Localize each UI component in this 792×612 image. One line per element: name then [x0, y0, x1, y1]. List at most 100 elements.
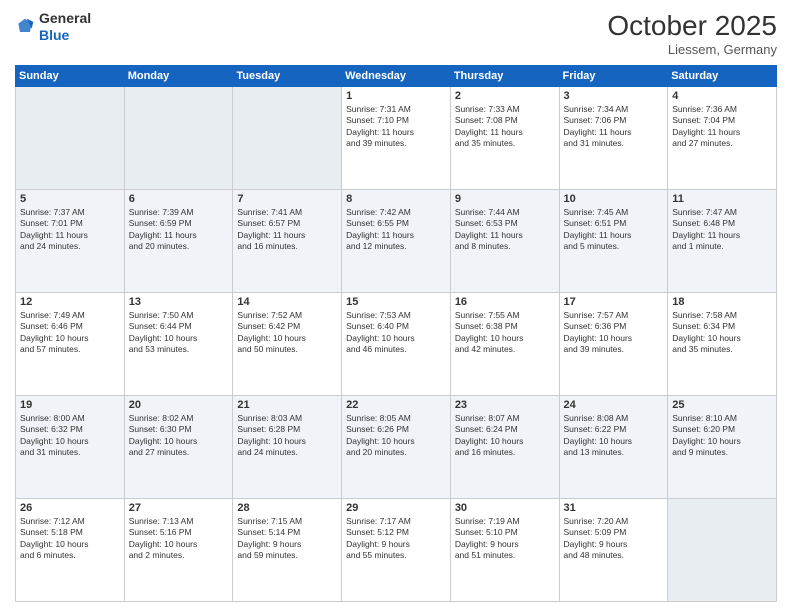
day-number: 18: [672, 296, 772, 308]
logo-general: General: [39, 10, 91, 26]
page: General Blue October 2025 Liessem, Germa…: [0, 0, 792, 612]
day-number: 8: [346, 193, 446, 205]
logo-text: General Blue: [39, 10, 91, 44]
day-info: Sunrise: 8:08 AMSunset: 6:22 PMDaylight:…: [564, 413, 664, 459]
day-cell: [124, 87, 233, 190]
day-number: 16: [455, 296, 555, 308]
day-info: Sunrise: 8:00 AMSunset: 6:32 PMDaylight:…: [20, 413, 120, 459]
col-header-tuesday: Tuesday: [233, 66, 342, 87]
day-info: Sunrise: 8:05 AMSunset: 6:26 PMDaylight:…: [346, 413, 446, 459]
day-number: 6: [129, 193, 229, 205]
header: General Blue October 2025 Liessem, Germa…: [15, 10, 777, 57]
day-cell: 25Sunrise: 8:10 AMSunset: 6:20 PMDayligh…: [668, 396, 777, 499]
col-header-wednesday: Wednesday: [342, 66, 451, 87]
day-number: 1: [346, 90, 446, 102]
day-number: 7: [237, 193, 337, 205]
day-number: 24: [564, 399, 664, 411]
day-number: 26: [20, 502, 120, 514]
logo-icon: [15, 17, 35, 37]
day-cell: 31 Sunrise: 7:20 AMSunset: 5:09 PMDayligh…: [559, 499, 668, 602]
week-row-3: 12 Sunrise: 7:49 AMSunset: 6:46 PMDayligh…: [16, 293, 777, 396]
day-number: 13: [129, 296, 229, 308]
col-header-friday: Friday: [559, 66, 668, 87]
day-cell: [16, 87, 125, 190]
day-cell: 28 Sunrise: 7:15 AMSunset: 5:14 PMDayligh…: [233, 499, 342, 602]
col-header-sunday: Sunday: [16, 66, 125, 87]
day-cell: 8Sunrise: 7:42 AMSunset: 6:55 PMDaylight…: [342, 190, 451, 293]
day-number: 21: [237, 399, 337, 411]
day-info: Sunrise: 7:53 AMSunset: 6:40 PMDaylight:…: [346, 310, 446, 356]
week-row-5: 26 Sunrise: 7:12 AMSunset: 5:18 PMDayligh…: [16, 499, 777, 602]
day-info: Sunrise: 7:37 AMSunset: 7:01 PMDaylight:…: [20, 207, 120, 253]
day-number: 14: [237, 296, 337, 308]
day-number: 2: [455, 90, 555, 102]
day-cell: 26 Sunrise: 7:12 AMSunset: 5:18 PMDayligh…: [16, 499, 125, 602]
day-info: Sunrise: 7:44 AMSunset: 6:53 PMDaylight:…: [455, 207, 555, 253]
day-cell: [233, 87, 342, 190]
logo: General Blue: [15, 10, 91, 44]
day-info: Sunrise: 7:31 AMSunset: 7:10 PMDaylight:…: [346, 104, 446, 150]
day-cell: [668, 499, 777, 602]
day-cell: 2 Sunrise: 7:33 AMSunset: 7:08 PMDaylight…: [450, 87, 559, 190]
day-cell: 13 Sunrise: 7:50 AMSunset: 6:44 PMDayligh…: [124, 293, 233, 396]
day-info: Sunrise: 7:20 AMSunset: 5:09 PMDaylight:…: [564, 516, 664, 562]
day-number: 17: [564, 296, 664, 308]
day-cell: 27 Sunrise: 7:13 AMSunset: 5:16 PMDayligh…: [124, 499, 233, 602]
col-header-saturday: Saturday: [668, 66, 777, 87]
day-cell: 15Sunrise: 7:53 AMSunset: 6:40 PMDayligh…: [342, 293, 451, 396]
day-info: Sunrise: 7:19 AMSunset: 5:10 PMDaylight:…: [455, 516, 555, 562]
day-number: 25: [672, 399, 772, 411]
day-info: Sunrise: 7:15 AMSunset: 5:14 PMDaylight:…: [237, 516, 337, 562]
week-row-4: 19 Sunrise: 8:00 AMSunset: 6:32 PMDayligh…: [16, 396, 777, 499]
day-number: 10: [564, 193, 664, 205]
day-cell: 22 Sunrise: 8:05 AMSunset: 6:26 PMDayligh…: [342, 396, 451, 499]
logo-blue: Blue: [39, 27, 69, 43]
day-cell: 6Sunrise: 7:39 AMSunset: 6:59 PMDaylight…: [124, 190, 233, 293]
day-cell: 20 Sunrise: 8:02 AMSunset: 6:30 PMDayligh…: [124, 396, 233, 499]
day-cell: 30Sunrise: 7:19 AMSunset: 5:10 PMDayligh…: [450, 499, 559, 602]
day-cell: 19 Sunrise: 8:00 AMSunset: 6:32 PMDayligh…: [16, 396, 125, 499]
day-info: Sunrise: 7:34 AMSunset: 7:06 PMDaylight:…: [564, 104, 664, 150]
day-cell: 9 Sunrise: 7:44 AMSunset: 6:53 PMDaylight…: [450, 190, 559, 293]
day-number: 5: [20, 193, 120, 205]
day-number: 23: [455, 399, 555, 411]
day-cell: 11Sunrise: 7:47 AMSunset: 6:48 PMDayligh…: [668, 190, 777, 293]
day-info: Sunrise: 8:02 AMSunset: 6:30 PMDaylight:…: [129, 413, 229, 459]
day-cell: 1 Sunrise: 7:31 AMSunset: 7:10 PMDaylight…: [342, 87, 451, 190]
week-row-1: 1 Sunrise: 7:31 AMSunset: 7:10 PMDaylight…: [16, 87, 777, 190]
day-number: 31: [564, 502, 664, 514]
day-info: Sunrise: 7:36 AMSunset: 7:04 PMDaylight:…: [672, 104, 772, 150]
day-info: Sunrise: 7:49 AMSunset: 6:46 PMDaylight:…: [20, 310, 120, 356]
col-header-monday: Monday: [124, 66, 233, 87]
day-number: 19: [20, 399, 120, 411]
day-info: Sunrise: 7:47 AMSunset: 6:48 PMDaylight:…: [672, 207, 772, 253]
day-cell: 14Sunrise: 7:52 AMSunset: 6:42 PMDayligh…: [233, 293, 342, 396]
day-cell: 3Sunrise: 7:34 AMSunset: 7:06 PMDaylight…: [559, 87, 668, 190]
day-info: Sunrise: 7:50 AMSunset: 6:44 PMDaylight:…: [129, 310, 229, 356]
day-cell: 7 Sunrise: 7:41 AMSunset: 6:57 PMDaylight…: [233, 190, 342, 293]
day-info: Sunrise: 8:03 AMSunset: 6:28 PMDaylight:…: [237, 413, 337, 459]
location: Liessem, Germany: [607, 42, 777, 57]
day-number: 22: [346, 399, 446, 411]
day-number: 20: [129, 399, 229, 411]
day-cell: 5 Sunrise: 7:37 AMSunset: 7:01 PMDaylight…: [16, 190, 125, 293]
day-cell: 23Sunrise: 8:07 AMSunset: 6:24 PMDayligh…: [450, 396, 559, 499]
day-cell: 17Sunrise: 7:57 AMSunset: 6:36 PMDayligh…: [559, 293, 668, 396]
header-row: SundayMondayTuesdayWednesdayThursdayFrid…: [16, 66, 777, 87]
day-number: 29: [346, 502, 446, 514]
col-header-thursday: Thursday: [450, 66, 559, 87]
day-info: Sunrise: 7:13 AMSunset: 5:16 PMDaylight:…: [129, 516, 229, 562]
day-cell: 12 Sunrise: 7:49 AMSunset: 6:46 PMDayligh…: [16, 293, 125, 396]
day-info: Sunrise: 7:41 AMSunset: 6:57 PMDaylight:…: [237, 207, 337, 253]
day-cell: 4Sunrise: 7:36 AMSunset: 7:04 PMDaylight…: [668, 87, 777, 190]
day-number: 9: [455, 193, 555, 205]
day-info: Sunrise: 7:33 AMSunset: 7:08 PMDaylight:…: [455, 104, 555, 150]
day-info: Sunrise: 7:58 AMSunset: 6:34 PMDaylight:…: [672, 310, 772, 356]
day-cell: 16Sunrise: 7:55 AMSunset: 6:38 PMDayligh…: [450, 293, 559, 396]
day-number: 27: [129, 502, 229, 514]
day-cell: 21 Sunrise: 8:03 AMSunset: 6:28 PMDayligh…: [233, 396, 342, 499]
day-info: Sunrise: 7:12 AMSunset: 5:18 PMDaylight:…: [20, 516, 120, 562]
day-number: 12: [20, 296, 120, 308]
day-number: 28: [237, 502, 337, 514]
day-cell: 29Sunrise: 7:17 AMSunset: 5:12 PMDayligh…: [342, 499, 451, 602]
